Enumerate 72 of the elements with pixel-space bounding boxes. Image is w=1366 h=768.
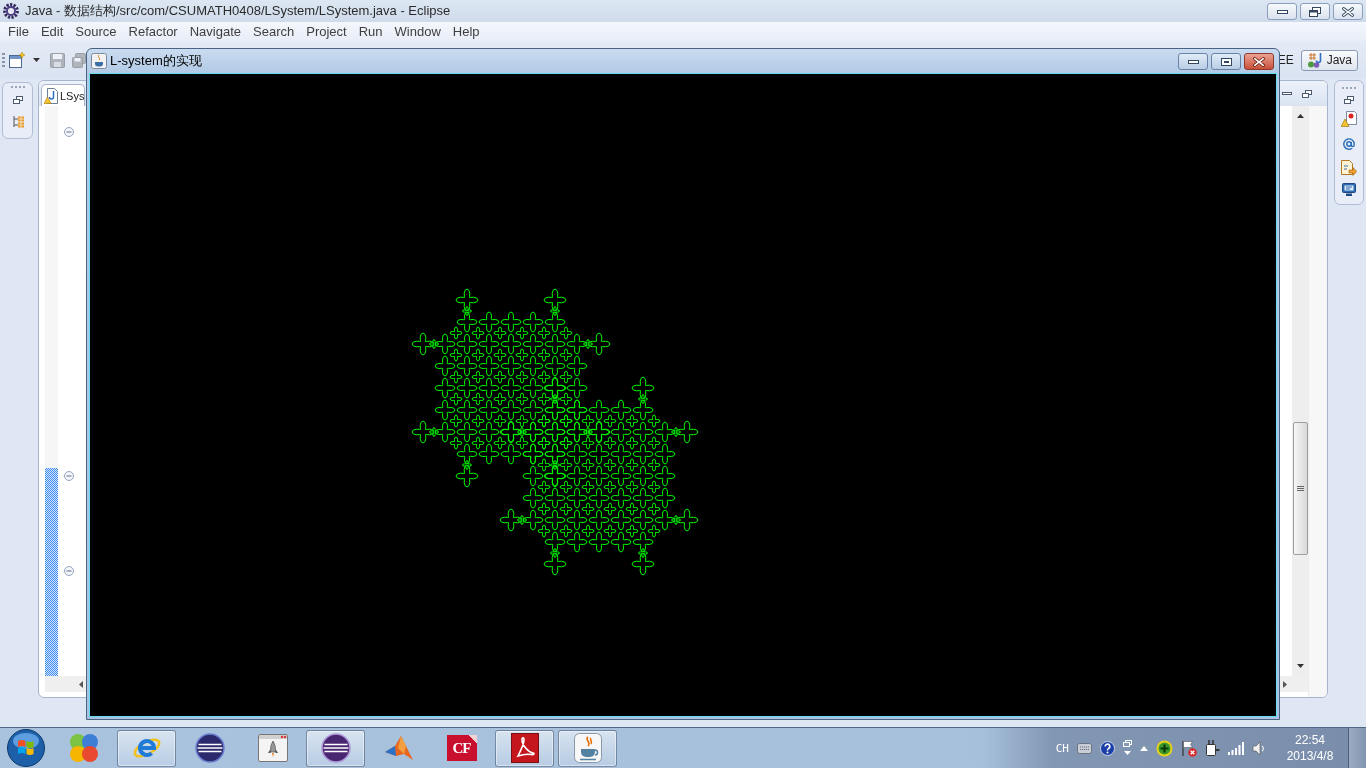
menu-item[interactable]: Refactor [122,23,184,41]
four-circles-icon [68,733,99,763]
restore-icon[interactable] [1344,96,1354,104]
minimize-icon [1276,9,1288,14]
maximize-button[interactable] [1211,53,1241,70]
taskbar-button[interactable] [495,729,554,767]
up-arrow-icon[interactable] [1296,114,1304,118]
menu-item[interactable]: Run [352,23,389,41]
taskbar-button[interactable] [306,729,365,767]
restore-button[interactable] [1300,3,1330,20]
help-icon[interactable] [1100,740,1115,756]
document-arrow-icon[interactable] [1341,160,1357,176]
warning-document-icon[interactable] [1341,111,1357,127]
restore-icon[interactable] [1302,89,1312,98]
keyboard-icon[interactable] [1077,742,1092,754]
caret-icon[interactable] [33,58,40,62]
monitor-icon[interactable] [1342,183,1356,196]
window-title: Java - 数据结构/src/com/CSUMATH0408/LSystem/LSystem.java - Eclipse [25,2,451,20]
speaker-icon[interactable] [1252,740,1265,756]
menu-item[interactable]: Project [300,23,353,41]
scrollbar-track[interactable] [1292,106,1308,676]
plus-circle-icon[interactable] [1156,739,1173,757]
perspective-button[interactable]: Java [1300,49,1358,71]
gear-icon[interactable] [3,3,19,19]
peak-surface-icon [383,734,414,762]
menu-item[interactable]: Edit [34,23,70,41]
close-button[interactable] [1333,3,1363,20]
at-sign-icon[interactable] [1343,138,1355,150]
scroll-thumb[interactable] [1292,422,1308,555]
scrollbar-track[interactable] [45,676,86,692]
minimize-button[interactable] [1267,3,1297,20]
minimize-button[interactable] [1178,53,1208,70]
rocket-window-icon [257,734,288,762]
right-arrow-icon[interactable] [1283,680,1287,688]
hierarchy-icon[interactable] [11,115,24,129]
close-icon [1253,56,1265,67]
menu-item[interactable]: Search [247,23,301,41]
show-desktop-button[interactable] [1348,728,1366,768]
document-swirl-icon [510,733,539,763]
menu-item[interactable]: Navigate [183,23,247,41]
restore-icon[interactable] [12,96,23,104]
restore-icon [1309,6,1321,17]
down-arrow-icon[interactable] [1296,664,1304,668]
grid-dots-icon [1306,52,1323,68]
minimize-icon[interactable] [1282,92,1292,95]
minimize-icon [1187,59,1199,64]
letter-tile: CF [446,735,477,761]
menu-item[interactable]: Window [388,23,447,41]
menu-item[interactable]: Help [446,23,486,41]
close-button[interactable] [1244,53,1274,70]
steaming-cup-icon [573,733,602,763]
close-icon [1342,6,1354,17]
menu-item[interactable]: Source [69,23,123,41]
warning-file-icon [44,87,58,104]
scrollbar-track[interactable] [1280,676,1308,692]
left-arrow-icon[interactable] [79,680,83,688]
plug-icon[interactable] [1205,740,1220,756]
taskbar-button[interactable]: CF [432,729,491,767]
maximize-icon [1220,57,1232,66]
striped-sphere-icon [320,733,351,763]
signal-bars-icon[interactable] [1228,741,1244,755]
menu-item[interactable]: File [2,23,35,41]
window-arrow-icon[interactable] [1123,740,1132,756]
flag-x-icon[interactable] [1181,739,1197,757]
up-triangle-icon[interactable] [1140,745,1148,751]
grip-icon[interactable] [2,53,5,67]
flag-orb-icon [7,729,45,767]
striped-sphere-icon [194,733,225,763]
grip-icon [1296,486,1304,491]
editor-tab[interactable]: LSys [41,84,86,106]
cup-icon[interactable] [91,53,107,69]
window-title: L-system的实现 [110,52,202,70]
